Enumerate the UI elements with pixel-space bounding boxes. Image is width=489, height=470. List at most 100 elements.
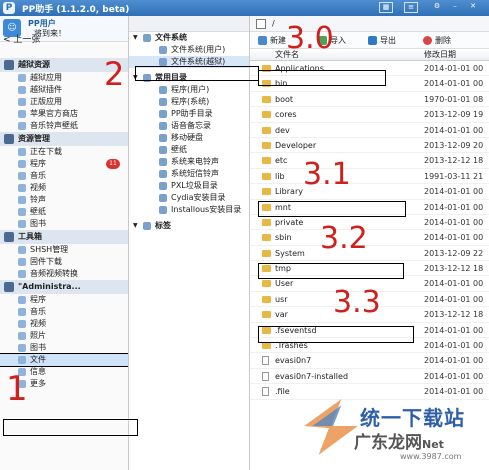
- sidebar-item[interactable]: 正在下载: [0, 146, 128, 158]
- sidebar-item-label: 程序: [30, 159, 46, 168]
- new-button[interactable]: 新建: [258, 35, 286, 46]
- tree-item-icon: [159, 170, 167, 178]
- sidebar-item[interactable]: 苹果官方商店: [0, 108, 128, 120]
- sidebar-item[interactable]: 音乐: [0, 170, 128, 182]
- sidebar-item[interactable]: 音乐铃声壁纸: [0, 120, 128, 132]
- tree-item[interactable]: 程序(系统): [129, 96, 249, 108]
- tree-item-label: 程序(用户): [171, 85, 210, 94]
- sidebar-item[interactable]: 程序: [0, 294, 128, 306]
- column-modified[interactable]: 修改日期: [424, 49, 456, 61]
- delete-button[interactable]: 删除: [423, 35, 451, 46]
- file-row[interactable]: boot 1970-01-01 08: [250, 92, 489, 108]
- back-link[interactable]: < 上一张: [3, 32, 40, 45]
- title-bar: P PP助手 (1.1.2.0, beta) ▦ ≡ ⚙ – ✕: [0, 0, 489, 16]
- highlight-library-box: [258, 201, 406, 217]
- sidebar-item[interactable]: 音频视频转换: [0, 268, 128, 280]
- sidebar-item[interactable]: 视频: [0, 182, 128, 194]
- sidebar-item[interactable]: 照片: [0, 330, 128, 342]
- tree-item-label: PXL垃圾目录: [171, 181, 218, 190]
- sidebar-item-icon: [18, 308, 26, 316]
- drive-icon[interactable]: [256, 19, 266, 29]
- file-row[interactable]: etc 2013-12-12 18: [250, 153, 489, 169]
- file-row[interactable]: .file 2014-01-01 00: [250, 384, 489, 400]
- tree-item-label: PP助手目录: [171, 109, 213, 118]
- sidebar-item[interactable]: 图书: [0, 218, 128, 230]
- sidebar-item[interactable]: 文件: [0, 353, 128, 367]
- sidebar-item-label: 壁纸: [30, 207, 46, 216]
- file-date: 2014-01-01 00: [424, 279, 484, 289]
- file-row[interactable]: System 2013-12-09 22: [250, 246, 489, 262]
- tree-item[interactable]: 壁纸: [129, 144, 249, 156]
- sidebar-section-header[interactable]: "Administra...: [0, 280, 128, 294]
- file-icon: [262, 371, 269, 381]
- file-list: Applications 2014-01-01 00 bin 2014-01-01 0…: [250, 61, 489, 400]
- tree-item[interactable]: PP助手目录: [129, 108, 249, 120]
- tree-item[interactable]: Cydia安装目录: [129, 192, 249, 204]
- tree-item-icon: [159, 46, 167, 54]
- annotation-step-3-2: 3.2: [320, 221, 368, 256]
- file-row[interactable]: lib 1991-03-11 21: [250, 169, 489, 185]
- file-date: 2013-12-12 18: [424, 310, 484, 320]
- close-icon[interactable]: ✕: [466, 2, 480, 13]
- annotation-step-2: 2: [104, 55, 125, 93]
- folder-icon: [262, 172, 271, 180]
- sidebar-item-label: 越狱应用: [30, 73, 62, 82]
- folder-icon: [262, 311, 271, 319]
- sidebar-item[interactable]: 图书: [0, 342, 128, 354]
- sidebar-item[interactable]: 程序 11: [0, 158, 128, 170]
- file-date: 2014-01-01 00: [424, 341, 484, 351]
- tree-group[interactable]: ▼ 文件系统: [129, 32, 249, 44]
- tree-item[interactable]: 语音备忘录: [129, 120, 249, 132]
- minimize-icon[interactable]: –: [448, 2, 462, 13]
- sidebar-section-label: 越狱资源: [18, 60, 50, 69]
- tree-item[interactable]: 系统短信铃声: [129, 168, 249, 180]
- annotation-step-1: 1: [6, 369, 28, 409]
- file-row[interactable]: private 2014-01-01 00: [250, 215, 489, 231]
- sidebar-item[interactable]: 壁纸: [0, 206, 128, 218]
- grid-view-icon[interactable]: ▦: [379, 2, 393, 13]
- sidebar-section-header[interactable]: 资源管理: [0, 132, 128, 146]
- sidebar-section-header[interactable]: 工具箱: [0, 230, 128, 244]
- sidebar-item-icon: [18, 344, 26, 352]
- sidebar-item[interactable]: 音乐: [0, 306, 128, 318]
- tree-group-label: 标签: [155, 221, 171, 230]
- sidebar-section-label: "Administra...: [18, 282, 81, 291]
- file-row[interactable]: evasi0n7-installed 2014-01-01 00: [250, 369, 489, 385]
- sidebar-item[interactable]: 视频: [0, 318, 128, 330]
- sidebar-item[interactable]: 固件下载: [0, 256, 128, 268]
- tree-item[interactable]: Installous安装目录: [129, 204, 249, 216]
- tree-item[interactable]: 系统来电铃声: [129, 156, 249, 168]
- export-button[interactable]: 导出: [368, 35, 396, 46]
- count-badge: 11: [106, 159, 120, 169]
- tree-item[interactable]: 移动硬盘: [129, 132, 249, 144]
- sidebar-item[interactable]: 铃声: [0, 194, 128, 206]
- file-date: 2014-01-01 00: [424, 387, 484, 397]
- folder-icon: [262, 111, 271, 119]
- sidebar-item-icon: [18, 356, 26, 364]
- file-date: 2014-01-01 00: [424, 371, 484, 381]
- tree-item[interactable]: 文件系统(用户): [129, 44, 249, 56]
- expand-arrow-icon[interactable]: ▼: [133, 32, 138, 44]
- sidebar-item-label: 照片: [30, 331, 46, 340]
- file-name: System: [275, 248, 305, 258]
- watermark-title: 统一下载站: [360, 406, 465, 430]
- file-row[interactable]: sbin 2014-01-01 00: [250, 230, 489, 246]
- file-row[interactable]: dev 2014-01-01 00: [250, 123, 489, 138]
- tree-item-icon: [159, 206, 167, 214]
- tree-group[interactable]: ▼ 标签: [129, 220, 249, 232]
- file-row[interactable]: Library 2014-01-01 00: [250, 184, 489, 200]
- expand-arrow-icon[interactable]: ▼: [133, 220, 138, 232]
- settings-icon[interactable]: ⚙: [430, 2, 444, 13]
- sidebar-item[interactable]: 正版应用: [0, 96, 128, 108]
- new-label: 新建: [270, 36, 286, 45]
- tree-item[interactable]: PXL垃圾目录: [129, 180, 249, 192]
- list-view-icon[interactable]: ≡: [404, 2, 418, 13]
- sidebar-item-label: 音乐: [30, 307, 46, 316]
- sidebar-item[interactable]: SHSH管理: [0, 244, 128, 256]
- file-row[interactable]: Developer 2013-12-09 20: [250, 138, 489, 154]
- sidebar-item-label: 越狱插件: [30, 85, 62, 94]
- tree-item[interactable]: 程序(用户): [129, 84, 249, 96]
- file-row[interactable]: evasi0n7 2014-01-01 00: [250, 353, 489, 369]
- file-row[interactable]: cores 2013-12-09 19: [250, 107, 489, 123]
- address-path[interactable]: /: [272, 19, 275, 28]
